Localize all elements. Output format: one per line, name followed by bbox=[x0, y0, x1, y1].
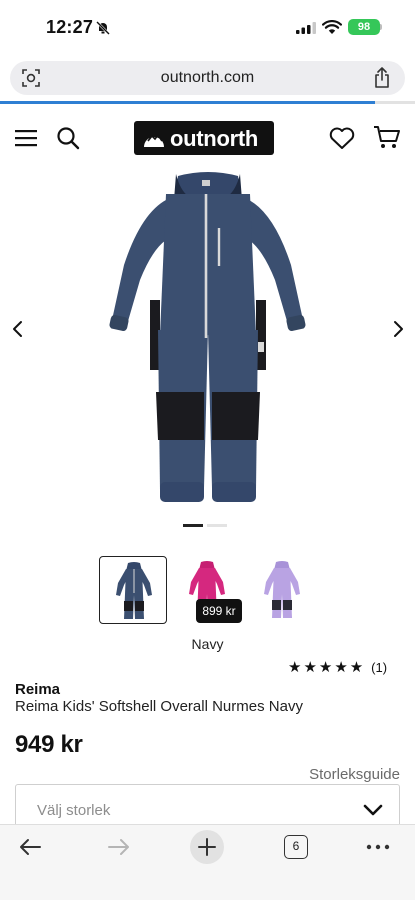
share-icon[interactable] bbox=[373, 67, 391, 89]
cart-icon[interactable] bbox=[373, 124, 401, 150]
forward-arrow-icon[interactable] bbox=[107, 837, 131, 857]
variant-price-tooltip: 899 kr bbox=[196, 599, 242, 623]
next-image-chevron-icon[interactable] bbox=[390, 318, 406, 340]
selected-color-name: Navy bbox=[191, 636, 224, 652]
previous-image-chevron-icon[interactable] bbox=[10, 318, 26, 340]
new-tab-button[interactable] bbox=[190, 830, 224, 864]
logo-text: outnorth bbox=[170, 126, 259, 151]
product-brand[interactable]: Reima bbox=[15, 681, 60, 698]
outnorth-logo[interactable]: outnorth bbox=[134, 121, 274, 155]
wishlist-heart-icon[interactable] bbox=[329, 126, 355, 150]
rating-count: (1) bbox=[371, 660, 388, 675]
size-guide-link[interactable]: Storleksguide bbox=[309, 766, 400, 783]
logo-mountain-icon bbox=[144, 133, 164, 147]
cellular-signal-icon bbox=[296, 22, 316, 34]
address-bar[interactable]: outnorth.com bbox=[10, 61, 405, 95]
variant-thumbnail-lilac[interactable] bbox=[248, 556, 316, 624]
variant-image-navy bbox=[116, 562, 152, 619]
product-main-image[interactable] bbox=[100, 170, 315, 510]
rating-stars: ★★★★★ bbox=[288, 659, 366, 676]
product-price: 949 kr bbox=[15, 731, 83, 758]
status-time: 12:27 bbox=[46, 17, 94, 37]
chevron-down-icon bbox=[363, 804, 383, 816]
pagination-dot-active[interactable] bbox=[183, 524, 203, 527]
browser-toolbar: 6 bbox=[0, 824, 415, 900]
more-options-icon[interactable] bbox=[366, 839, 390, 855]
battery-level: 98 bbox=[357, 21, 371, 33]
bell-muted-icon bbox=[96, 21, 110, 35]
battery-indicator: 98 bbox=[348, 19, 380, 35]
plus-icon bbox=[198, 838, 216, 856]
product-title: Reima Kids' Softshell Overall Nurmes Nav… bbox=[15, 698, 303, 715]
tab-switcher-button[interactable]: 6 bbox=[284, 835, 308, 859]
page-load-progress bbox=[0, 101, 375, 104]
battery-tip bbox=[380, 24, 382, 30]
url-text[interactable]: outnorth.com bbox=[10, 69, 405, 87]
site-header: outnorth bbox=[0, 112, 415, 164]
wifi-icon bbox=[322, 20, 342, 34]
variant-image-lilac bbox=[264, 561, 300, 618]
image-pagination bbox=[183, 524, 229, 527]
variant-thumbnail-navy[interactable] bbox=[99, 556, 167, 624]
status-bar: 12:27 98 bbox=[0, 0, 415, 56]
product-rating[interactable]: ★★★★★ (1) bbox=[288, 658, 387, 676]
search-icon[interactable] bbox=[56, 126, 80, 150]
page-load-track bbox=[375, 101, 415, 104]
back-arrow-icon[interactable] bbox=[18, 837, 42, 857]
size-select-placeholder: Välj storlek bbox=[37, 802, 111, 819]
pagination-dot[interactable] bbox=[207, 524, 227, 527]
hamburger-menu-icon[interactable] bbox=[15, 128, 37, 148]
